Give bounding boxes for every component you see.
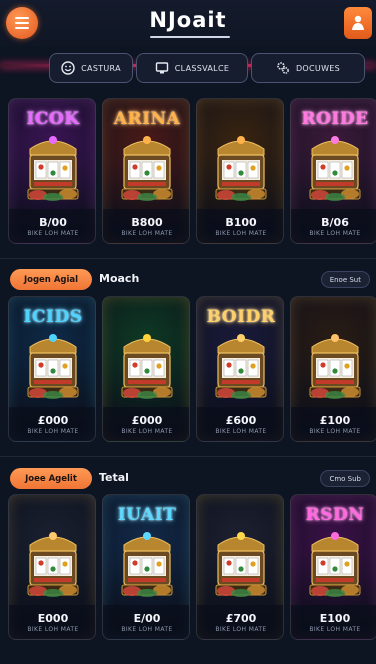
slot-machine-icon: [121, 334, 173, 399]
section-title: Moach: [99, 272, 140, 285]
logo-underline: [150, 36, 230, 38]
monitor-icon: [155, 62, 168, 74]
game-card[interactable]: RSDN E100 BIKE LOH MATE: [290, 494, 376, 640]
game-sublabel: BIKE LOH MATE: [27, 626, 79, 633]
game-title: RSDN: [305, 505, 365, 525]
slot-machine-icon: [121, 532, 173, 597]
row-divider: [0, 456, 376, 457]
section-title: Tetal: [99, 471, 129, 484]
game-card[interactable]: £100 BIKE LOH MATE: [290, 296, 376, 442]
game-card[interactable]: B100 BIKE LOH MATE: [196, 98, 284, 244]
section-tag-button[interactable]: Jogen Agial: [10, 269, 92, 290]
game-row: E000 BIKE LOH MATE IUAIT E/00 BIKE LOH M…: [0, 494, 376, 644]
game-card[interactable]: £700 BIKE LOH MATE: [196, 494, 284, 640]
game-title: ICIDS: [23, 307, 83, 327]
row-divider: [0, 258, 376, 259]
slot-machine-icon: [27, 334, 79, 399]
game-price: B/00: [39, 216, 67, 229]
profile-button[interactable]: [344, 7, 372, 39]
slot-machine-icon: [309, 334, 361, 399]
section-header: Joee Agelit Tetal Cmo Sub: [0, 466, 376, 492]
game-price: B800: [131, 216, 163, 229]
game-card[interactable]: IUAIT E/00 BIKE LOH MATE: [102, 494, 190, 640]
slot-machine-icon: [27, 532, 79, 597]
smiley-icon: [61, 61, 75, 75]
slot-machine-icon: [309, 136, 361, 201]
tab-label: CASTURA: [81, 63, 121, 73]
game-row: ICIDS £000 BIKE LOH MATE £000 BIKE LOH M…: [0, 296, 376, 446]
game-price: E/00: [133, 612, 161, 625]
tab-label: CLASSVALCE: [174, 63, 230, 73]
section-more-button[interactable]: Enoe Sut: [320, 271, 370, 288]
game-price: B/06: [321, 216, 349, 229]
game-title: IUAIT: [117, 505, 177, 525]
game-sublabel: BIKE LOH MATE: [27, 428, 79, 435]
game-card[interactable]: ICOK B/00 BIKE LOH MATE: [8, 98, 96, 244]
game-card[interactable]: E000 BIKE LOH MATE: [8, 494, 96, 640]
game-price: £100: [319, 414, 351, 427]
game-price: £700: [225, 612, 257, 625]
app-header: NJoait: [0, 0, 376, 46]
game-price: £000: [131, 414, 163, 427]
game-price: £000: [37, 414, 69, 427]
game-card[interactable]: ROIDE B/06 BIKE LOH MATE: [290, 98, 376, 244]
section-header: Jogen Agial Moach Enoe Sut: [0, 267, 376, 293]
game-sublabel: BIKE LOH MATE: [215, 230, 267, 237]
slot-machine-icon: [215, 532, 267, 597]
game-title: BOIDR: [206, 307, 276, 327]
slot-machine-icon: [215, 334, 267, 399]
tab-classvalce[interactable]: CLASSVALCE: [136, 53, 248, 83]
game-price: £600: [225, 414, 257, 427]
game-sublabel: BIKE LOH MATE: [215, 626, 267, 633]
tab-docuwes[interactable]: DOCUWES: [251, 53, 365, 83]
section-tag-button[interactable]: Joee Agelit: [10, 468, 92, 489]
game-sublabel: BIKE LOH MATE: [309, 626, 361, 633]
game-sublabel: BIKE LOH MATE: [121, 428, 173, 435]
tab-label: DOCUWES: [295, 63, 341, 73]
game-title: ARINA: [113, 109, 181, 129]
game-title: ROIDE: [301, 109, 369, 129]
slot-machine-icon: [121, 136, 173, 201]
profile-icon: [352, 15, 364, 30]
game-sublabel: BIKE LOH MATE: [121, 230, 173, 237]
game-title: ICOK: [26, 109, 80, 129]
game-sublabel: BIKE LOH MATE: [215, 428, 267, 435]
game-row: ICOK B/00 BIKE LOH MATE ARINA B800 BIKE …: [0, 98, 376, 248]
game-price: E000: [37, 612, 69, 625]
section-more-button[interactable]: Cmo Sub: [320, 470, 370, 487]
gears-icon: [277, 62, 289, 74]
game-sublabel: BIKE LOH MATE: [309, 230, 361, 237]
game-card[interactable]: ARINA B800 BIKE LOH MATE: [102, 98, 190, 244]
slot-machine-icon: [215, 136, 267, 201]
app-logo: NJoait: [149, 8, 227, 32]
game-price: B100: [225, 216, 257, 229]
game-card[interactable]: ICIDS £000 BIKE LOH MATE: [8, 296, 96, 442]
game-sublabel: BIKE LOH MATE: [309, 428, 361, 435]
tab-castura[interactable]: CASTURA: [49, 53, 133, 83]
game-card[interactable]: BOIDR £600 BIKE LOH MATE: [196, 296, 284, 442]
slot-machine-icon: [27, 136, 79, 201]
game-price: E100: [319, 612, 351, 625]
game-card[interactable]: £000 BIKE LOH MATE: [102, 296, 190, 442]
game-sublabel: BIKE LOH MATE: [27, 230, 79, 237]
game-sublabel: BIKE LOH MATE: [121, 626, 173, 633]
slot-machine-icon: [309, 532, 361, 597]
